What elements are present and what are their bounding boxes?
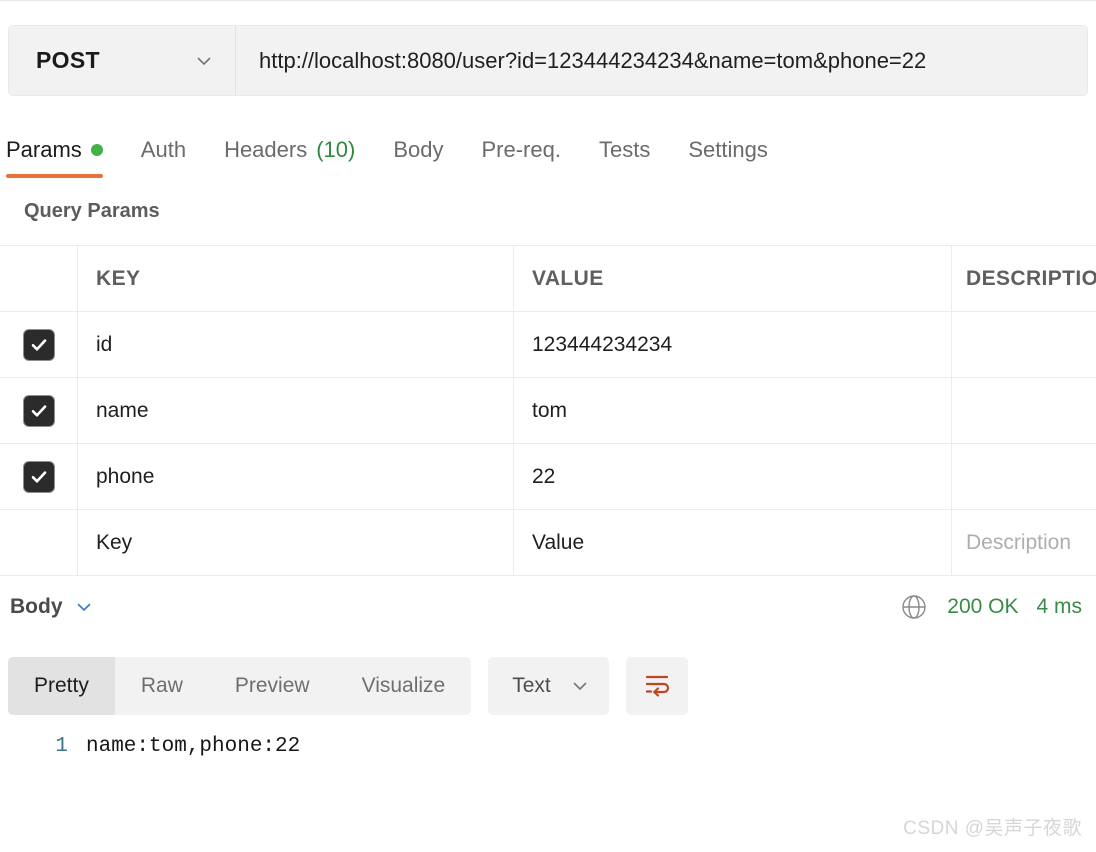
row-checkbox-cell: [0, 312, 78, 377]
column-header-description: DESCRIPTION: [966, 266, 1096, 290]
response-status-group: 200 OK 4 ms: [899, 592, 1082, 622]
tab-tests-label: Tests: [598, 137, 651, 162]
param-value-input[interactable]: 22: [514, 444, 952, 509]
tab-tests[interactable]: Tests: [599, 126, 650, 174]
new-param-description-input[interactable]: Description: [952, 510, 1096, 575]
response-format-select[interactable]: Text: [488, 657, 609, 715]
row-checkbox-cell: [0, 378, 78, 443]
url-input[interactable]: http://localhost:8080/user?id=1234442342…: [236, 26, 1087, 95]
param-key-input[interactable]: name: [78, 378, 514, 443]
column-header-key: KEY: [78, 246, 514, 311]
wrap-text-icon: [642, 671, 672, 702]
tab-pre-request-label: Pre-req.: [481, 137, 561, 162]
response-status-code: 200 OK: [947, 595, 1019, 618]
param-value-input[interactable]: tom: [514, 378, 952, 443]
globe-icon: [899, 592, 929, 622]
response-format-label: Text: [512, 674, 551, 697]
tab-body-label: Body: [393, 137, 444, 162]
tab-params[interactable]: Params: [6, 126, 103, 178]
tab-headers[interactable]: Headers (10): [224, 126, 355, 174]
tab-pretty[interactable]: Pretty: [8, 657, 115, 715]
response-body-toggle[interactable]: Body: [10, 595, 93, 619]
response-body-viewer: 1 name:tom,phone:22: [0, 735, 1096, 795]
tab-headers-label: Headers: [224, 137, 308, 162]
new-param-key-input[interactable]: Key: [78, 510, 514, 575]
response-view-tabs: Pretty Raw Preview Visualize: [8, 657, 472, 715]
tab-auth[interactable]: Auth: [141, 126, 186, 174]
top-divider: [0, 0, 1096, 1]
http-method-label: POST: [36, 47, 100, 73]
column-header-value: VALUE: [514, 246, 952, 311]
tab-settings-label: Settings: [688, 137, 768, 162]
tab-preview[interactable]: Preview: [209, 657, 336, 715]
param-enabled-checkbox[interactable]: [22, 328, 55, 361]
params-modified-dot-icon: [90, 144, 103, 156]
new-row-checkbox-cell: [0, 510, 78, 575]
table-header-row: KEY VALUE DESCRIPTION: [0, 246, 1096, 312]
watermark: CSDN @吴声子夜歌: [903, 818, 1082, 839]
line-number: 1: [55, 735, 68, 758]
response-meta-bar: Body 200 OK 4 ms: [0, 580, 1096, 634]
param-description-input[interactable]: [952, 444, 1096, 509]
row-checkbox-cell: [0, 444, 78, 509]
header-checkbox-cell: [0, 246, 78, 311]
param-enabled-checkbox[interactable]: [22, 460, 55, 493]
table-row: id 123444234234: [0, 312, 1096, 378]
tab-pre-request[interactable]: Pre-req.: [482, 126, 561, 174]
postman-request-response-panel: POST http://localhost:8080/user?id=12344…: [0, 0, 1096, 852]
tab-settings[interactable]: Settings: [688, 126, 768, 174]
tab-body[interactable]: Body: [393, 126, 443, 174]
param-enabled-checkbox[interactable]: [22, 394, 55, 427]
wrap-text-button[interactable]: [625, 657, 688, 715]
param-description-input[interactable]: [952, 378, 1096, 443]
chevron-down-icon: [195, 52, 213, 70]
chevron-down-icon: [75, 598, 93, 616]
request-tab-bar: Params Auth Headers (10) Body Pre-req. T…: [0, 126, 1096, 178]
table-row: name tom: [0, 378, 1096, 444]
tab-headers-count: (10): [316, 137, 356, 162]
param-description-input[interactable]: [952, 312, 1096, 377]
active-tab-underline: [6, 174, 103, 178]
url-bar: POST http://localhost:8080/user?id=12344…: [8, 25, 1088, 96]
param-key-input[interactable]: id: [78, 312, 514, 377]
new-param-value-input[interactable]: Value: [514, 510, 952, 575]
table-row-new: Key Value Description: [0, 510, 1096, 576]
http-method-select[interactable]: POST: [9, 26, 236, 95]
tab-auth-label: Auth: [140, 137, 187, 162]
tab-raw[interactable]: Raw: [115, 657, 209, 715]
param-key-input[interactable]: phone: [78, 444, 514, 509]
param-value-input[interactable]: 123444234234: [514, 312, 952, 377]
table-row: phone 22: [0, 444, 1096, 510]
response-body-label: Body: [10, 595, 63, 618]
response-view-toolbar: Pretty Raw Preview Visualize Text: [8, 655, 1088, 717]
response-body-line: name:tom,phone:22: [86, 735, 301, 758]
tab-visualize[interactable]: Visualize: [336, 657, 472, 715]
response-time: 4 ms: [1036, 595, 1082, 618]
query-params-heading: Query Params: [24, 200, 160, 222]
query-params-table: KEY VALUE DESCRIPTION id 123444234234: [0, 245, 1096, 576]
tab-params-label: Params: [6, 137, 82, 162]
chevron-down-icon: [571, 677, 589, 695]
